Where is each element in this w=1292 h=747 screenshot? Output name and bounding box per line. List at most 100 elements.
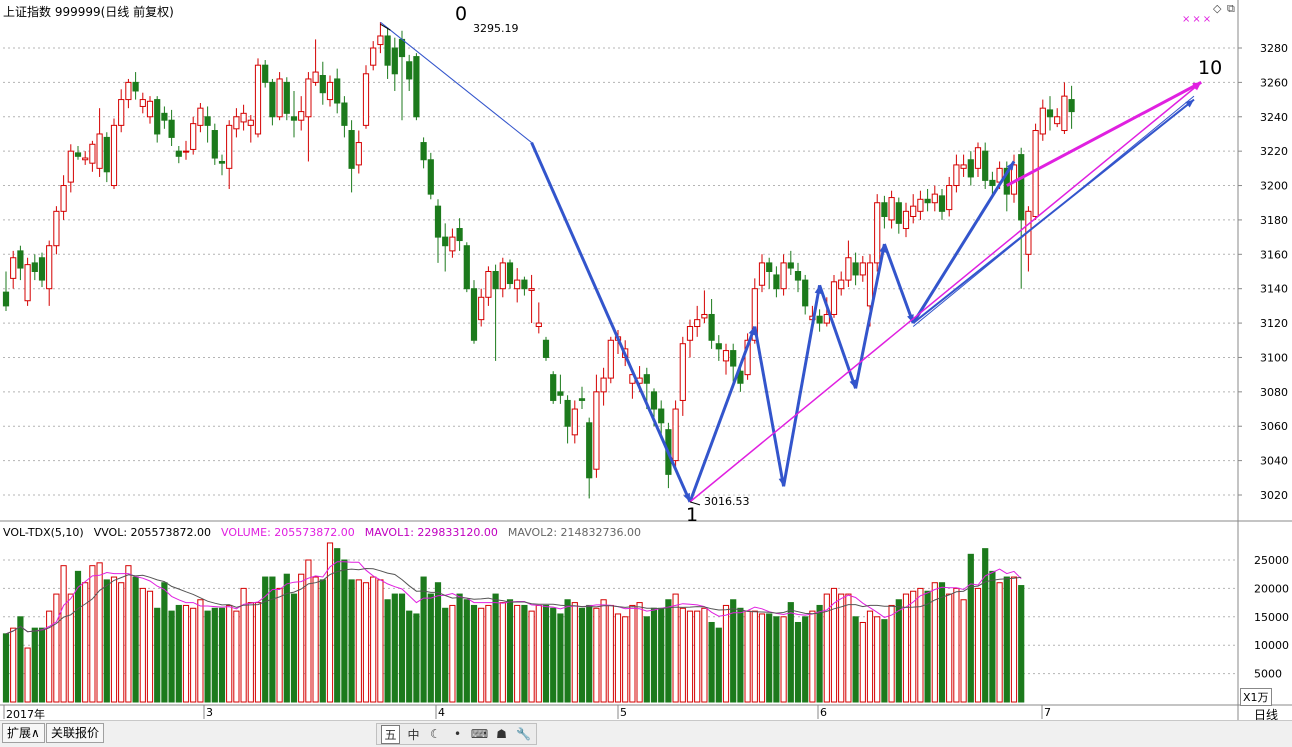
candle-body — [1054, 116, 1061, 125]
volume-bar — [298, 573, 305, 703]
candle-body — [1039, 107, 1046, 135]
price-tick-label: 3220 — [1260, 145, 1288, 158]
volume-bar — [370, 576, 377, 703]
candle-body — [564, 399, 571, 427]
diamond-icon[interactable]: ◇ — [1213, 2, 1221, 15]
volume-bar — [938, 582, 946, 703]
volume-bar — [168, 610, 175, 703]
candle-body — [38, 257, 46, 281]
volume-bar — [182, 604, 190, 703]
candle-body — [355, 142, 362, 166]
candle-body — [938, 195, 946, 212]
candle-body — [694, 319, 701, 328]
candle-body — [845, 257, 852, 281]
expand-tab[interactable]: 扩展∧ — [2, 723, 45, 743]
x-axis-label: 4 — [438, 706, 445, 719]
volume-bar — [514, 604, 521, 703]
candle-body — [463, 245, 470, 290]
candle-body — [2, 291, 10, 307]
volume-bar — [463, 599, 470, 703]
volume-indicator-name: VOL-TDX(5,10) — [3, 526, 84, 539]
candle-body — [110, 124, 118, 187]
candle-body — [607, 339, 614, 379]
x-axis-label: 5 — [620, 706, 627, 719]
candle-body — [758, 262, 766, 286]
candle-body — [312, 71, 319, 83]
candle-body — [974, 147, 982, 169]
candle-body — [521, 279, 528, 290]
candle-body — [989, 179, 996, 187]
candle-body — [794, 271, 802, 281]
candle-body — [643, 374, 650, 384]
candle-body — [816, 315, 823, 324]
volume-bar — [679, 607, 686, 703]
candle-body — [146, 100, 154, 118]
volume-bar — [989, 570, 996, 703]
volume-bar — [233, 610, 240, 703]
kline-chart[interactable]: 3020304030603080310031203140316031803200… — [0, 0, 1292, 720]
candle-body — [125, 81, 132, 101]
volume-bar — [650, 607, 658, 703]
volume-bar — [478, 607, 485, 703]
volume-bar — [838, 593, 845, 703]
volume-bar — [578, 607, 586, 703]
moon-icon[interactable]: ☾ — [427, 726, 444, 743]
volume-bar — [2, 633, 10, 703]
price-tick-label: 3260 — [1260, 76, 1288, 89]
candle-body — [161, 112, 168, 121]
dot-icon[interactable]: • — [449, 726, 466, 743]
candle-body — [233, 116, 240, 130]
volume-bar — [139, 587, 146, 703]
user-icon[interactable]: ☗ — [493, 726, 510, 743]
volume-bar — [96, 562, 103, 703]
volume-bar — [816, 604, 823, 703]
price-tick-label: 3280 — [1260, 42, 1288, 55]
candle-body — [449, 236, 456, 252]
volume-bar — [38, 627, 46, 703]
candle-body — [1068, 99, 1075, 113]
price-tick-label: 3240 — [1260, 111, 1288, 124]
candle-body — [881, 202, 888, 217]
related-quotes-tab[interactable]: 关联报价 — [46, 723, 105, 743]
candle-body — [838, 279, 845, 290]
volume-bar — [132, 576, 139, 703]
volume-bar — [398, 593, 406, 703]
volume-bar — [456, 593, 463, 703]
volume-bar — [53, 593, 60, 703]
candle-body — [982, 150, 989, 181]
volume-bar — [103, 579, 110, 703]
restore-window-icon[interactable]: ⧉ — [1227, 2, 1235, 16]
candle-body — [902, 210, 910, 230]
volume-bar — [384, 599, 391, 703]
volume-bar — [377, 579, 384, 703]
candle-body — [686, 326, 694, 341]
candle-body — [406, 61, 413, 80]
volume-bar — [218, 607, 226, 703]
wrench-icon[interactable]: 🔧 — [515, 726, 532, 743]
volume-tick-label: 25000 — [1254, 554, 1289, 567]
volume-bar — [593, 607, 600, 703]
candle-body — [830, 281, 838, 315]
candle-body — [953, 164, 960, 187]
volume-bar — [780, 616, 787, 703]
volume-bar — [967, 553, 974, 703]
candle-body — [650, 391, 658, 410]
volume-bar — [211, 607, 218, 703]
volume-bar — [643, 616, 650, 703]
candle-body — [485, 271, 492, 298]
candle-body — [398, 38, 406, 58]
text-icon[interactable]: 中 — [405, 726, 422, 743]
candle-body — [334, 78, 341, 104]
calendar-icon[interactable]: 五 — [381, 724, 400, 744]
volume-bar — [708, 621, 715, 703]
candle-body — [701, 313, 708, 319]
candle-body — [341, 102, 348, 126]
candle-body — [154, 99, 161, 135]
keyboard-icon[interactable]: ⌨ — [471, 726, 488, 743]
candle-body — [211, 130, 218, 159]
volume-bar — [607, 604, 614, 703]
volume-bar — [355, 579, 362, 703]
volume-bar — [60, 565, 67, 703]
volume-bar — [996, 582, 1003, 703]
volume-bar — [420, 576, 427, 703]
